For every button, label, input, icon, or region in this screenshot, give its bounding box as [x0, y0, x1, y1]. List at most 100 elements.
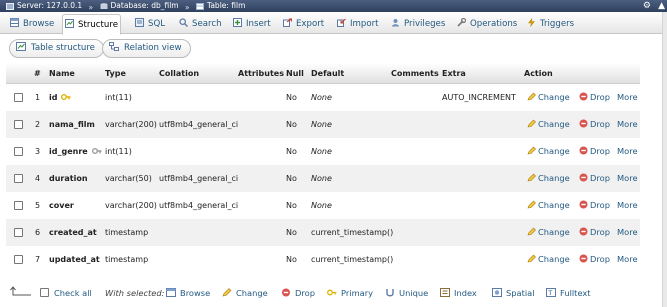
- bulk-unique-button[interactable]: Unique: [385, 280, 428, 306]
- pencil-icon: [527, 254, 536, 263]
- change-button[interactable]: Change: [527, 219, 570, 246]
- row-checkbox[interactable]: [14, 147, 23, 156]
- bulk-index-button[interactable]: Index: [440, 280, 477, 306]
- bulk-fulltext-button[interactable]: T Fulltext: [546, 280, 591, 306]
- tab-insert[interactable]: Insert: [231, 14, 273, 34]
- row-number: 1: [35, 93, 41, 102]
- primary-key-icon: [57, 93, 71, 102]
- svg-text:T: T: [547, 289, 552, 297]
- tab-label: Export: [296, 19, 325, 29]
- drop-button[interactable]: Drop: [579, 246, 610, 273]
- breadcrumb-server[interactable]: Server: 127.0.0.1: [6, 0, 82, 12]
- column-header-null[interactable]: Null: [286, 63, 304, 84]
- check-all-checkbox[interactable]: [40, 288, 49, 297]
- field-null: No: [286, 120, 297, 129]
- tab-structure[interactable]: Structure: [62, 14, 121, 35]
- column-header-comments[interactable]: Comments: [391, 63, 439, 84]
- more-button[interactable]: More: [617, 111, 638, 138]
- column-header-default[interactable]: Default: [311, 63, 344, 84]
- more-label: More: [617, 200, 638, 210]
- bulk-drop-button[interactable]: Drop: [281, 280, 315, 306]
- more-button[interactable]: More: [617, 138, 638, 165]
- bulk-browse-button[interactable]: Browse: [166, 280, 210, 306]
- change-button[interactable]: Change: [527, 84, 570, 111]
- primary-key-icon: [327, 289, 337, 296]
- tab-import[interactable]: Import: [335, 14, 381, 34]
- field-name: created_at: [49, 219, 97, 246]
- field-null: No: [286, 93, 297, 102]
- field-name-text: cover: [49, 201, 74, 210]
- tab-export[interactable]: Export: [281, 14, 326, 34]
- bulk-unique-label: Unique: [399, 288, 429, 298]
- drop-icon: [579, 227, 588, 236]
- tab-privileges[interactable]: Privileges: [389, 14, 447, 34]
- bulk-primary-label: Primary: [341, 288, 374, 298]
- tab-label: SQL: [148, 19, 166, 29]
- change-button[interactable]: Change: [527, 192, 570, 219]
- vertical-scrollbar[interactable]: [662, 12, 667, 307]
- sql-icon: [135, 18, 144, 27]
- field-name: id: [49, 84, 71, 111]
- gear-icon[interactable]: ⚙: [643, 0, 651, 12]
- insert-icon: [233, 18, 242, 27]
- field-default: None: [311, 201, 332, 210]
- column-header-extra[interactable]: Extra: [442, 63, 466, 84]
- more-button[interactable]: More: [617, 84, 638, 111]
- column-header-name[interactable]: Name: [49, 63, 75, 84]
- drop-icon: [579, 146, 588, 155]
- change-button[interactable]: Change: [527, 246, 570, 273]
- change-button[interactable]: Change: [527, 138, 570, 165]
- tab-triggers[interactable]: Triggers: [525, 14, 576, 34]
- bulk-change-button[interactable]: Change: [222, 280, 268, 306]
- tab-search[interactable]: Search: [177, 14, 224, 34]
- drop-button[interactable]: Drop: [579, 165, 610, 192]
- tab-operations[interactable]: Operations: [455, 14, 519, 34]
- tab-browse[interactable]: Browse: [8, 14, 56, 34]
- row-checkbox[interactable]: [14, 228, 23, 237]
- bulk-primary-button[interactable]: Primary: [327, 280, 373, 306]
- more-button[interactable]: More: [617, 192, 638, 219]
- pencil-icon: [527, 173, 536, 182]
- breadcrumb-database[interactable]: Database: db_film: [100, 0, 179, 12]
- column-header-type[interactable]: Type: [105, 63, 126, 84]
- change-button[interactable]: Change: [527, 111, 570, 138]
- row-checkbox[interactable]: [14, 93, 23, 102]
- column-header-collation[interactable]: Collation: [159, 63, 199, 84]
- row-checkbox[interactable]: [14, 120, 23, 129]
- column-header-number[interactable]: #: [34, 63, 41, 84]
- tab-sql[interactable]: SQL: [133, 14, 167, 34]
- tab-label: Triggers: [540, 19, 575, 29]
- row-number: 3: [35, 147, 41, 156]
- row-checkbox[interactable]: [14, 201, 23, 210]
- field-name: cover: [49, 192, 74, 219]
- breadcrumb-table[interactable]: Table: film: [196, 0, 245, 12]
- more-button[interactable]: More: [617, 219, 638, 246]
- field-null: No: [286, 255, 297, 264]
- row-checkbox[interactable]: [14, 174, 23, 183]
- table-structure-button[interactable]: Table structure: [9, 39, 104, 58]
- more-button[interactable]: More: [617, 246, 638, 273]
- field-type: int(11): [105, 147, 132, 156]
- change-button[interactable]: Change: [527, 165, 570, 192]
- bulk-spatial-button[interactable]: Spatial: [492, 280, 535, 306]
- field-default: None: [311, 174, 332, 183]
- change-label: Change: [538, 119, 570, 129]
- change-label: Change: [538, 92, 570, 102]
- field-type: varchar(50): [105, 174, 152, 183]
- more-button[interactable]: More: [617, 165, 638, 192]
- more-label: More: [617, 92, 638, 102]
- drop-button[interactable]: Drop: [579, 219, 610, 246]
- relation-view-button[interactable]: Relation view: [102, 39, 191, 58]
- drop-label: Drop: [590, 119, 610, 129]
- drop-label: Drop: [590, 173, 610, 183]
- drop-button[interactable]: Drop: [579, 111, 610, 138]
- drop-button[interactable]: Drop: [579, 192, 610, 219]
- server-icon: [6, 2, 14, 10]
- check-all-label[interactable]: Check all: [54, 280, 92, 306]
- drop-button[interactable]: Drop: [579, 138, 610, 165]
- collapse-icon[interactable]: ▲: [658, 0, 665, 12]
- field-default: None: [311, 120, 332, 129]
- drop-button[interactable]: Drop: [579, 84, 610, 111]
- row-checkbox[interactable]: [14, 255, 23, 264]
- column-header-attributes[interactable]: Attributes: [238, 63, 284, 84]
